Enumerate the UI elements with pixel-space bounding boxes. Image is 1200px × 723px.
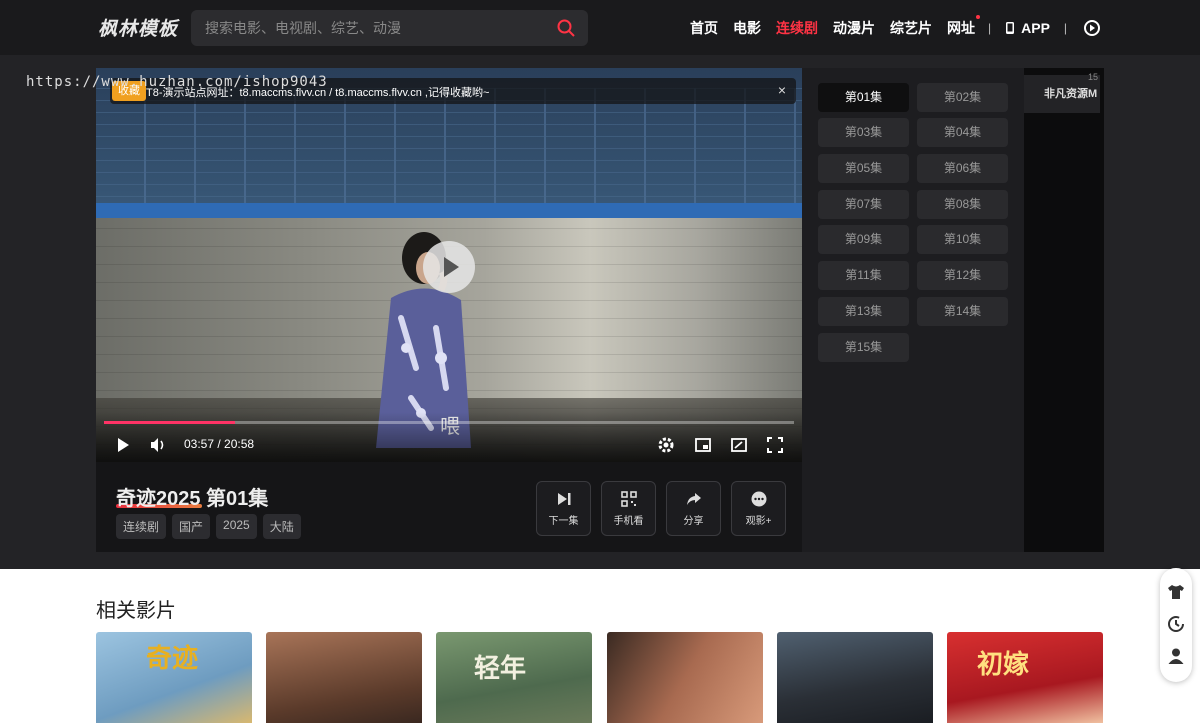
episode-item[interactable]: 第04集 — [917, 118, 1008, 147]
episode-item[interactable]: 第11集 — [818, 261, 909, 290]
related-title: 相关影片 — [96, 600, 176, 622]
source-count: 15 — [1087, 72, 1098, 82]
share-button[interactable]: 分享 — [666, 481, 721, 536]
pip-icon[interactable] — [694, 436, 712, 454]
app-download-link[interactable]: APP — [1003, 20, 1050, 36]
site-logo[interactable]: 枫林模板 — [98, 14, 178, 41]
fullscreen-icon[interactable] — [766, 436, 784, 454]
related-card[interactable] — [266, 632, 422, 723]
video-frame-strip — [96, 203, 802, 218]
nav-item-variety[interactable]: 综艺片 — [890, 18, 932, 38]
settings-icon[interactable] — [657, 436, 675, 454]
tag-region[interactable]: 大陆 — [262, 514, 301, 539]
floating-toolbar — [1160, 568, 1192, 682]
episode-item[interactable]: 第03集 — [818, 118, 909, 147]
search-box — [191, 10, 588, 46]
new-dot-icon — [976, 15, 980, 19]
nav-item-urls[interactable]: 网址 — [947, 15, 980, 38]
video-tags: 连续剧 国产 2025 大陆 — [116, 514, 301, 539]
volume-icon[interactable] — [149, 436, 167, 454]
episode-item[interactable]: 第14集 — [917, 297, 1008, 326]
qrcode-icon — [620, 491, 637, 507]
next-episode-label: 下一集 — [548, 516, 579, 527]
watch-more-label: 观影+ — [745, 516, 772, 527]
episode-item[interactable]: 第12集 — [917, 261, 1008, 290]
action-buttons: 下一集 手机看 分享 观影+ — [536, 481, 786, 536]
big-play-button[interactable] — [423, 241, 475, 293]
video-title: 奇迹2025 第01集 — [116, 488, 269, 510]
nav-item-movie[interactable]: 电影 — [733, 18, 761, 38]
episode-item[interactable]: 第15集 — [818, 333, 909, 362]
mobile-watch-label: 手机看 — [613, 516, 644, 527]
episode-item[interactable]: 第13集 — [818, 297, 909, 326]
nav-item-home[interactable]: 首页 — [690, 18, 718, 38]
related-card[interactable]: 初嫁 — [947, 632, 1103, 723]
nav-divider: | — [1063, 21, 1068, 35]
search-input[interactable] — [205, 10, 545, 46]
notice-close-button[interactable]: × — [778, 82, 786, 98]
webfullscreen-icon[interactable] — [730, 436, 748, 454]
card-caption: 奇迹 — [146, 644, 199, 674]
related-card[interactable]: 轻年 — [436, 632, 592, 723]
video-frame-grid — [96, 88, 802, 208]
video-info: 奇迹2025 第01集 连续剧 国产 2025 大陆 下一集 手机看 分享 观影… — [96, 462, 802, 552]
tag-genre[interactable]: 连续剧 — [116, 514, 167, 539]
user-icon[interactable] — [1167, 647, 1185, 665]
related-card[interactable]: 奇迹 — [96, 632, 252, 723]
episode-item[interactable]: 第01集 — [818, 83, 909, 112]
card-caption: 轻年 — [474, 654, 527, 684]
progress-fill — [104, 421, 236, 424]
nav-item-urls-label: 网址 — [947, 20, 975, 36]
app-label: APP — [1021, 20, 1050, 36]
main-nav: 首页 电影 连续剧 动漫片 综艺片 网址 | APP | — [690, 15, 1101, 38]
search-icon[interactable] — [556, 18, 576, 38]
play-icon[interactable] — [114, 436, 132, 454]
source-list: 非凡资源M 15 — [1024, 68, 1104, 552]
phone-icon — [1006, 22, 1015, 34]
tag-year[interactable]: 2025 — [216, 514, 257, 539]
share-label: 分享 — [683, 516, 704, 527]
share-icon — [686, 493, 701, 505]
control-row: 03:57 / 20:58 — [96, 436, 802, 458]
nav-divider: | — [988, 21, 992, 35]
tag-origin[interactable]: 国产 — [172, 514, 211, 539]
history-icon[interactable] — [1167, 615, 1185, 633]
next-episode-button[interactable]: 下一集 — [536, 481, 591, 536]
source-name: 非凡资源M — [1044, 88, 1098, 100]
episode-list: 第01集 第02集 第03集 第04集 第05集 第06集 第07集 第08集 … — [802, 68, 1024, 552]
episode-item[interactable]: 第05集 — [818, 154, 909, 183]
mobile-watch-button[interactable]: 手机看 — [601, 481, 656, 536]
nav-item-anime[interactable]: 动漫片 — [833, 18, 875, 38]
watermark-text: https://www.huzhan.com/ishop9043 — [26, 74, 328, 90]
episode-item[interactable]: 第02集 — [917, 83, 1008, 112]
next-icon — [557, 493, 570, 505]
episode-item[interactable]: 第06集 — [917, 154, 1008, 183]
more-icon — [751, 491, 766, 507]
related-card[interactable] — [607, 632, 763, 723]
video-player[interactable]: 收藏 T8-演示站点网址：t8.maccms.flvv.cn / t8.macc… — [96, 68, 802, 462]
theme-icon[interactable] — [1167, 583, 1185, 601]
nav-item-series[interactable]: 连续剧 — [776, 18, 818, 38]
history-icon[interactable] — [1083, 19, 1101, 37]
related-card[interactable] — [777, 632, 933, 723]
episode-item[interactable]: 第09集 — [818, 225, 909, 254]
card-caption: 初嫁 — [977, 650, 1030, 680]
top-navbar: 枫林模板 首页 电影 连续剧 动漫片 综艺片 网址 | APP | — [0, 0, 1200, 55]
episode-item[interactable]: 第07集 — [818, 190, 909, 219]
watch-more-button[interactable]: 观影+ — [731, 481, 786, 536]
episode-item[interactable]: 第10集 — [917, 225, 1008, 254]
episode-item[interactable]: 第08集 — [917, 190, 1008, 219]
time-readout: 03:57 / 20:58 — [184, 437, 255, 451]
progress-bar[interactable] — [104, 421, 794, 424]
